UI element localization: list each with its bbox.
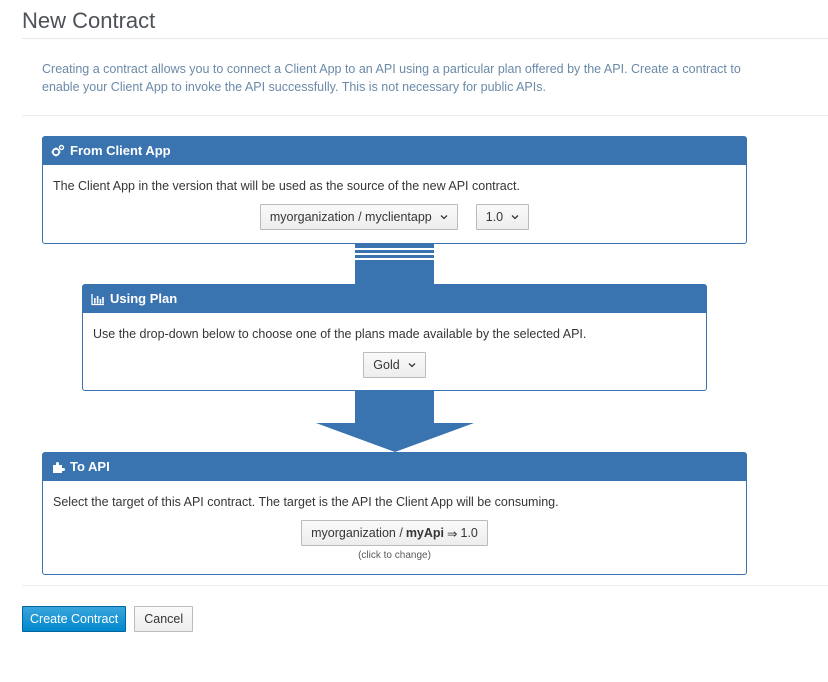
flow-connector — [355, 244, 434, 284]
title-divider — [22, 38, 828, 39]
chevron-down-icon — [408, 362, 416, 368]
plan-heading-label: Using Plan — [110, 291, 178, 306]
page-title: New Contract — [22, 8, 156, 33]
client-app-select[interactable]: myorganization / myclientapp — [259, 204, 458, 230]
flow-arrow — [316, 391, 474, 452]
client-app-version-value: 1.0 — [485, 210, 504, 224]
plan-panel-heading: Using Plan — [83, 285, 706, 313]
plan-panel: Using Plan Use the drop-down below to ch… — [82, 284, 707, 391]
gears-icon — [51, 144, 65, 158]
client-app-version-select[interactable]: 1.0 — [475, 204, 530, 230]
api-heading-label: To API — [70, 459, 110, 474]
chevron-down-icon — [511, 214, 519, 220]
description-divider — [22, 115, 828, 116]
api-target-org: myorganization / — [311, 526, 403, 540]
right-arrow-icon: ⇒ — [447, 526, 458, 541]
cancel-button[interactable]: Cancel — [134, 606, 194, 632]
form-actions: Create Contract Cancel — [22, 606, 194, 632]
chevron-down-icon — [440, 214, 448, 220]
create-contract-button[interactable]: Create Contract — [22, 606, 127, 632]
api-instructions: Select the target of this API contract. … — [53, 495, 559, 509]
api-panel-heading: To API — [43, 453, 746, 481]
api-target-name: myApi — [405, 526, 445, 540]
plan-instructions: Use the drop-down below to choose one of… — [93, 327, 587, 341]
page-description: Creating a contract allows you to connec… — [42, 62, 741, 94]
api-target-version: 1.0 — [460, 526, 478, 540]
api-target-button[interactable]: myorganization / myApi ⇒ 1.0 — [301, 520, 488, 546]
plan-select[interactable]: Gold — [363, 352, 426, 378]
bar-chart-icon — [91, 292, 105, 306]
footer-divider — [22, 585, 828, 586]
client-app-select-value: myorganization / myclientapp — [269, 210, 432, 224]
api-panel: To API Select the target of this API con… — [42, 452, 747, 575]
client-app-heading-label: From Client App — [70, 143, 171, 158]
client-app-instructions: The Client App in the version that will … — [53, 179, 520, 193]
puzzle-icon — [51, 460, 65, 474]
client-app-panel-heading: From Client App — [43, 137, 746, 165]
client-app-panel: From Client App The Client App in the ve… — [42, 136, 747, 244]
click-to-change-hint: (click to change) — [358, 550, 431, 561]
plan-select-value: Gold — [373, 358, 400, 372]
